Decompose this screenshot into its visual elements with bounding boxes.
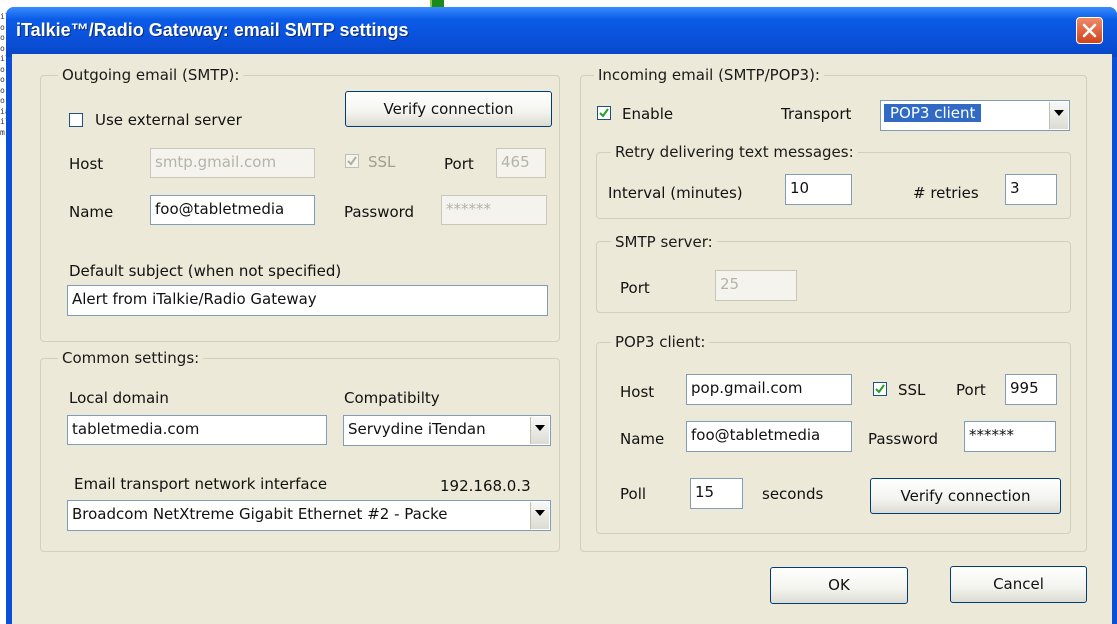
pop3-ssl-label: SSL bbox=[898, 381, 926, 399]
compatibility-dropdown[interactable]: Servydine iTendan bbox=[343, 415, 551, 446]
checkmark-icon bbox=[599, 108, 609, 118]
close-button[interactable] bbox=[1076, 17, 1103, 44]
use-external-server-label: Use external server bbox=[95, 111, 242, 129]
email-transport-interface-label: Email transport network interface bbox=[74, 475, 328, 493]
incoming-enable-checkbox[interactable] bbox=[597, 106, 611, 120]
network-interface-value: Broadcom NetXtreme Gigabit Ethernet #2 -… bbox=[72, 505, 448, 523]
outgoing-name-label: Name bbox=[69, 203, 114, 221]
pop3-verify-connection-button[interactable]: Verify connection bbox=[870, 478, 1061, 514]
outgoing-port-label: Port bbox=[444, 155, 474, 173]
pop3-client-legend: POP3 client: bbox=[611, 333, 710, 351]
compatibility-value: Servydine iTendan bbox=[348, 420, 486, 438]
retry-interval-field[interactable]: 10 bbox=[785, 174, 852, 205]
cancel-button[interactable]: Cancel bbox=[950, 566, 1087, 603]
outgoing-email-legend: Outgoing email (SMTP): bbox=[58, 66, 244, 84]
outgoing-port-field[interactable]: 465 bbox=[496, 148, 546, 178]
smtp-server-group bbox=[596, 241, 1071, 313]
pop3-poll-label: Poll bbox=[620, 485, 647, 503]
chevron-down-icon bbox=[535, 425, 545, 431]
pop3-name-field[interactable]: foo@tabletmedia bbox=[686, 421, 852, 452]
ok-button[interactable]: OK bbox=[770, 567, 908, 604]
window-title: iTalkie™/Radio Gateway: email SMTP setti… bbox=[16, 20, 409, 40]
network-interface-dropdown[interactable]: Broadcom NetXtreme Gigabit Ethernet #2 -… bbox=[67, 500, 551, 531]
outgoing-verify-connection-button[interactable]: Verify connection bbox=[345, 91, 552, 127]
retry-interval-label: Interval (minutes) bbox=[608, 184, 743, 202]
transport-value: POP3 client bbox=[884, 104, 982, 122]
retry-delivery-legend: Retry delivering text messages: bbox=[611, 143, 858, 161]
outgoing-password-field[interactable]: ****** bbox=[441, 195, 547, 225]
transport-label: Transport bbox=[781, 105, 852, 123]
default-subject-field[interactable]: Alert from iTalkie/Radio Gateway bbox=[67, 285, 548, 316]
outgoing-ssl-label: SSL bbox=[368, 153, 396, 171]
pop3-password-field[interactable]: ****** bbox=[964, 421, 1056, 452]
outgoing-host-label: Host bbox=[69, 155, 104, 173]
outgoing-name-field[interactable]: foo@tabletmedia bbox=[150, 195, 315, 225]
interface-ip-address: 192.168.0.3 bbox=[440, 477, 531, 495]
pop3-port-field[interactable]: 995 bbox=[1005, 374, 1057, 405]
smtp-server-port-label: Port bbox=[620, 279, 650, 297]
use-external-server-checkbox[interactable] bbox=[69, 113, 83, 127]
checkmark-icon bbox=[347, 156, 357, 166]
pop3-poll-field[interactable]: 15 bbox=[690, 478, 743, 509]
smtp-server-legend: SMTP server: bbox=[611, 233, 717, 251]
common-settings-legend: Common settings: bbox=[58, 349, 204, 367]
pop3-name-label: Name bbox=[620, 430, 665, 448]
local-domain-label: Local domain bbox=[69, 389, 169, 407]
default-subject-label: Default subject (when not specified) bbox=[69, 262, 342, 280]
pop3-port-label: Port bbox=[956, 381, 986, 399]
checkmark-icon bbox=[875, 384, 885, 394]
smtp-server-port-field[interactable]: 25 bbox=[715, 270, 797, 301]
close-icon bbox=[1082, 23, 1097, 38]
compatibility-dropdown-arrow[interactable] bbox=[530, 417, 549, 444]
pop3-ssl-checkbox[interactable] bbox=[873, 382, 887, 396]
pop3-seconds-label: seconds bbox=[762, 485, 824, 503]
outgoing-password-label: Password bbox=[344, 203, 415, 221]
incoming-email-legend: Incoming email (SMTP/POP3): bbox=[594, 66, 824, 84]
outgoing-ssl-checkbox[interactable] bbox=[345, 154, 359, 168]
retries-count-field[interactable]: 3 bbox=[1005, 174, 1057, 205]
outgoing-host-field[interactable]: smtp.gmail.com bbox=[150, 148, 315, 178]
pop3-host-field[interactable]: pop.gmail.com bbox=[686, 374, 852, 405]
transport-dropdown-arrow[interactable] bbox=[1049, 102, 1068, 129]
transport-dropdown[interactable]: POP3 client bbox=[880, 100, 1070, 131]
chevron-down-icon bbox=[1054, 110, 1064, 116]
compatibility-label: Compatibilty bbox=[344, 389, 440, 407]
pop3-password-label: Password bbox=[868, 430, 939, 448]
network-interface-dropdown-arrow[interactable] bbox=[530, 502, 549, 529]
chevron-down-icon bbox=[535, 510, 545, 516]
incoming-enable-label: Enable bbox=[622, 105, 674, 123]
pop3-host-label: Host bbox=[620, 383, 655, 401]
retries-count-label: # retries bbox=[913, 184, 979, 202]
local-domain-field[interactable]: tabletmedia.com bbox=[67, 415, 327, 445]
